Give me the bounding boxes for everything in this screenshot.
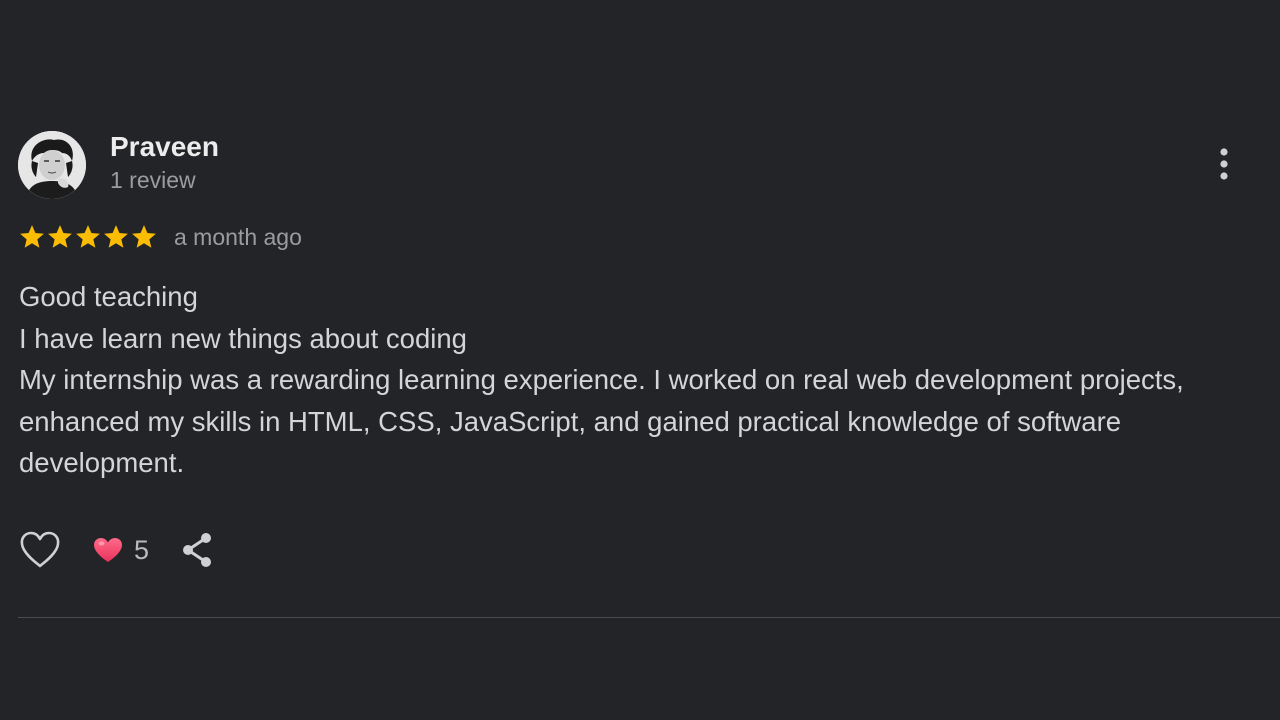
review-text-line: My internship was a rewarding learning e…: [19, 364, 1192, 478]
author-name[interactable]: Praveen: [110, 130, 219, 164]
reaction-summary[interactable]: 5: [92, 535, 149, 566]
divider: [18, 617, 1280, 618]
like-button[interactable]: [18, 528, 62, 572]
star-icon: [74, 223, 102, 251]
heart-outline-icon: [20, 531, 60, 568]
avatar-photo-icon: [18, 131, 86, 199]
more-options-button[interactable]: [1206, 142, 1242, 186]
star-icon: [46, 223, 74, 251]
star-rating: [18, 223, 158, 251]
star-icon: [102, 223, 130, 251]
star-icon: [130, 223, 158, 251]
heart-filled-icon: [94, 538, 122, 562]
review-date: a month ago: [174, 223, 302, 250]
review-text-line: I have learn new things about coding: [19, 322, 467, 354]
review-actions: 5: [18, 528, 217, 572]
rating-row: a month ago: [18, 220, 302, 254]
star-icon: [18, 223, 46, 251]
more-vertical-icon: [1220, 148, 1228, 180]
review-card: Praveen 1 review a month ago Good teachi…: [0, 0, 1280, 720]
share-button[interactable]: [177, 528, 217, 572]
review-text-line: Good teaching: [19, 281, 198, 312]
author-review-count: 1 review: [110, 167, 196, 193]
reaction-count: 5: [134, 534, 150, 565]
share-icon: [183, 533, 212, 567]
review-text: Good teaching I have learn new things abo…: [19, 276, 1219, 484]
author-avatar[interactable]: [18, 131, 86, 199]
